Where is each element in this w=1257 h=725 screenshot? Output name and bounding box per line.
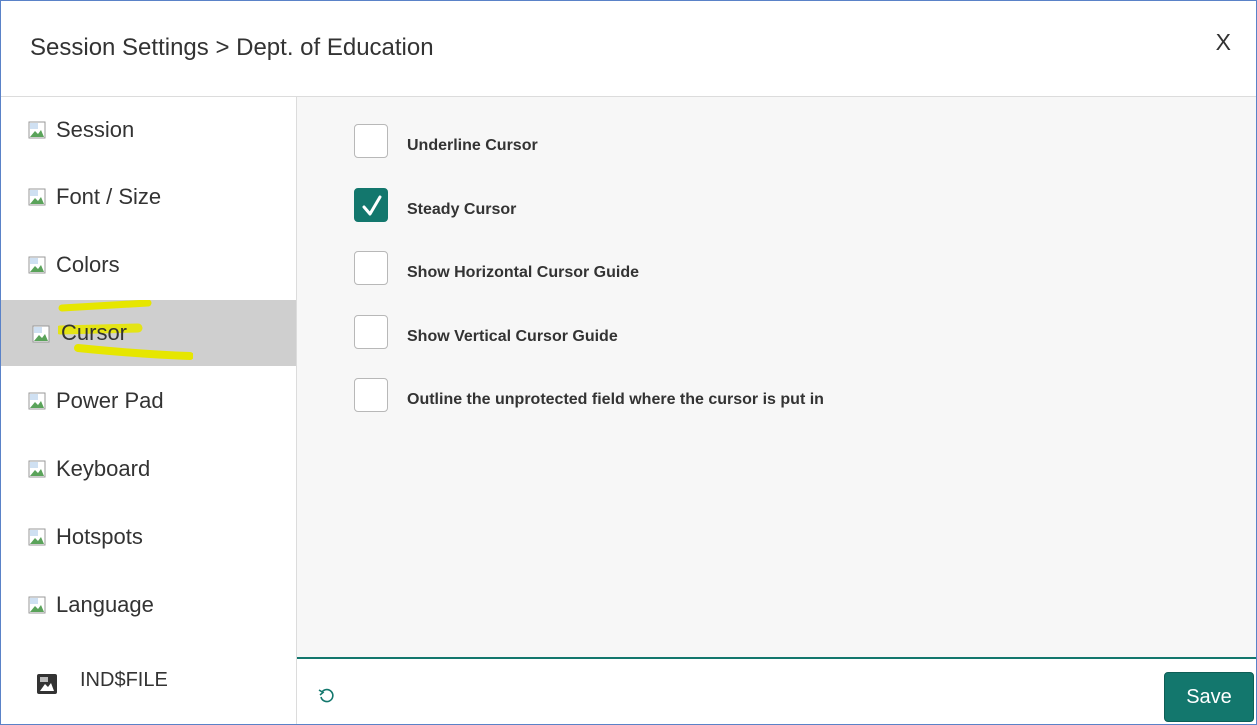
session-settings-dialog: Session Settings > Dept. of Education X … [0,0,1257,725]
option-label: Show Horizontal Cursor Guide [407,264,640,281]
broken-image-icon [28,460,46,478]
sidebar-item-hotspots[interactable]: Hotspots [1,504,296,570]
sidebar-item-font-size[interactable]: Font / Size [1,164,296,230]
sidebar-item-keyboard[interactable]: Keyboard [1,436,296,502]
sidebar-item-label: Cursor [61,320,128,345]
broken-image-icon [32,325,50,343]
option-label: Underline Cursor [407,137,538,154]
sidebar-item-label: Session [56,117,135,142]
cursor-settings-panel: Underline Cursor Steady Cursor Show Hori… [297,97,1256,657]
sidebar-item-label: Keyboard [56,456,151,481]
close-button[interactable]: X [1216,29,1231,56]
sidebar-item-label: Colors [56,252,120,277]
option-label: Outline the unprotected field where the … [407,391,824,408]
sidebar-item-language[interactable]: Language [1,572,296,638]
broken-image-icon [28,256,46,274]
broken-image-icon [28,121,46,139]
sidebar-item-session[interactable]: Session [1,97,296,163]
dialog-footer: Save [297,657,1256,724]
option-vertical-guide[interactable]: Show Vertical Cursor Guide [354,315,1234,355]
option-outline-field[interactable]: Outline the unprotected field where the … [354,378,1234,418]
option-underline-cursor[interactable]: Underline Cursor [354,124,1234,164]
vertical-guide-checkbox[interactable] [354,315,388,349]
settings-sidebar: Session Font / Size Colors Cursor Power … [1,97,297,724]
sidebar-item-label: Font / Size [56,184,162,209]
save-button[interactable]: Save [1164,672,1254,722]
broken-image-icon [28,528,46,546]
horizontal-guide-checkbox[interactable] [354,251,388,285]
sidebar-item-label: Language [56,592,154,617]
steady-cursor-checkbox[interactable] [354,188,388,222]
checkmark-icon [362,195,382,216]
sidebar-item-colors[interactable]: Colors [1,232,296,298]
sidebar-item-ind-file[interactable]: IND$FILE [1,649,296,715]
sidebar-item-power-pad[interactable]: Power Pad [1,368,296,434]
sidebar-item-label: Hotspots [56,524,143,549]
sidebar-item-cursor[interactable]: Cursor [1,300,296,366]
option-label: Show Vertical Cursor Guide [407,328,618,345]
underline-cursor-checkbox[interactable] [354,124,388,158]
option-horizontal-guide[interactable]: Show Horizontal Cursor Guide [354,251,1234,291]
reset-icon[interactable] [318,687,336,705]
outline-field-checkbox[interactable] [354,378,388,412]
dialog-title: Session Settings > Dept. of Education [30,34,434,61]
option-label: Steady Cursor [407,201,517,218]
sidebar-item-label: IND$FILE [80,669,168,691]
broken-image-icon [28,596,46,614]
broken-image-icon [28,188,46,206]
option-steady-cursor[interactable]: Steady Cursor [354,188,1234,228]
file-transfer-icon [37,674,57,694]
broken-image-icon [28,392,46,410]
dialog-header: Session Settings > Dept. of Education X [1,1,1256,97]
sidebar-item-label: Power Pad [56,388,164,413]
